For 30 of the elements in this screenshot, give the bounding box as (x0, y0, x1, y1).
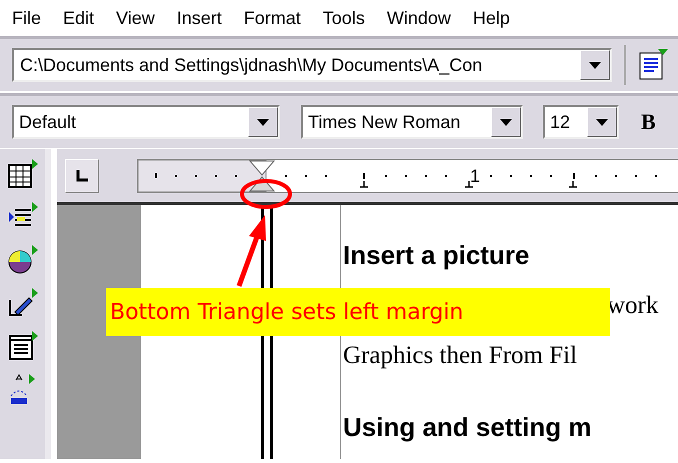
body-text: Graphics then From Fil (343, 342, 578, 370)
section-heading: Using and setting m (343, 412, 592, 442)
left-tab-icon (76, 170, 88, 182)
path-dropdown[interactable]: C:\Documents and Settings\jdnash\My Documents\A_Con (12, 48, 612, 82)
font-size-dropdown[interactable]: 12 (543, 105, 619, 139)
style-dropdown[interactable]: Default (12, 105, 280, 139)
menu-item[interactable]: File (12, 8, 42, 28)
pen-icon[interactable] (6, 288, 38, 318)
ruler-number: 1 (470, 166, 480, 186)
menu-item[interactable]: Help (472, 8, 510, 28)
table-icon[interactable] (6, 159, 38, 189)
menu-item[interactable]: View (116, 8, 155, 28)
menu-item[interactable]: Edit (63, 8, 94, 28)
ruler[interactable]: 1 (137, 158, 678, 192)
menu-item[interactable]: Tools (322, 8, 365, 28)
callout-label: Bottom Triangle sets left margin (106, 288, 610, 336)
menu-item[interactable]: Window (386, 8, 451, 28)
menu-item[interactable]: Format (244, 8, 301, 28)
menu-item[interactable]: Insert (176, 8, 222, 28)
tab-stop-button[interactable] (65, 158, 99, 192)
document-icon[interactable] (638, 49, 668, 81)
body-text: work (607, 292, 658, 320)
section-heading: Insert a picture (343, 240, 530, 270)
highlight-circle (240, 179, 292, 209)
font-dropdown[interactable]: Times New Roman (301, 105, 523, 139)
form-icon[interactable] (6, 331, 38, 361)
pie-chart-icon[interactable] (6, 245, 38, 275)
pointer-arrow (236, 215, 266, 287)
indent-marker-icon[interactable] (248, 160, 276, 191)
bold-button[interactable]: B (637, 109, 660, 135)
